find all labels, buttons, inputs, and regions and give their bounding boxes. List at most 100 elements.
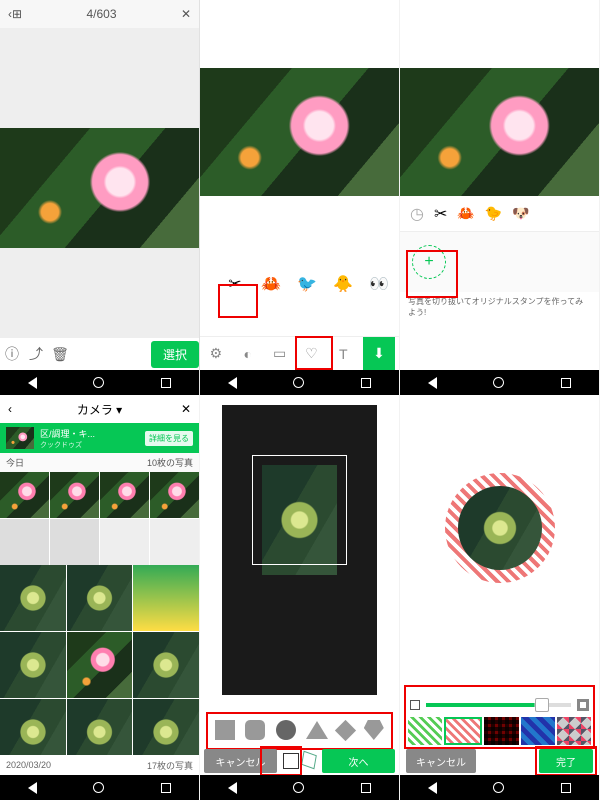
banner-detail-button[interactable]: 詳細を見る bbox=[145, 431, 193, 446]
sticker-a[interactable]: 🦀 bbox=[457, 205, 474, 222]
heart-icon[interactable]: ♡ bbox=[299, 342, 323, 366]
select-button[interactable]: 選択 bbox=[151, 341, 199, 368]
history-icon[interactable]: ◷ bbox=[410, 204, 424, 224]
nav-back-icon[interactable] bbox=[28, 782, 37, 794]
pattern-plaid[interactable] bbox=[484, 717, 518, 745]
nav-home-icon[interactable] bbox=[493, 377, 504, 388]
pattern-argyle[interactable] bbox=[557, 717, 591, 745]
thumb[interactable] bbox=[67, 632, 133, 698]
thumb[interactable] bbox=[50, 472, 99, 518]
result-preview[interactable] bbox=[445, 473, 555, 583]
nav-home-icon[interactable] bbox=[93, 377, 104, 388]
slider-knob[interactable] bbox=[535, 698, 549, 712]
pattern-red-stripe[interactable] bbox=[444, 717, 482, 745]
cancel-button[interactable]: キャンセル bbox=[204, 749, 277, 773]
shape-square[interactable] bbox=[215, 720, 235, 740]
nav-home-icon[interactable] bbox=[93, 782, 104, 793]
nav-home-icon[interactable] bbox=[293, 377, 304, 388]
thumb[interactable] bbox=[100, 472, 149, 518]
sticker-2[interactable]: 🐦 bbox=[294, 271, 320, 297]
crop-canvas[interactable] bbox=[222, 405, 377, 695]
adjust-icon[interactable]: ⚙ bbox=[204, 342, 228, 366]
thumb-grid-today bbox=[0, 472, 199, 565]
banner-title: 区/調理・キ... bbox=[40, 427, 95, 440]
stamp-row: ✂ 🦀 🐦 🐥 👀 bbox=[200, 196, 399, 284]
thumb[interactable] bbox=[0, 632, 66, 698]
share-icon[interactable]: ⤴ bbox=[24, 344, 48, 364]
edit-toolbar: ⚙ ◐ ▭ ♡ T ⬇ bbox=[200, 336, 399, 370]
nav-recent-icon[interactable] bbox=[561, 378, 571, 388]
thumb[interactable] bbox=[150, 472, 199, 518]
nav-recent-icon[interactable] bbox=[161, 378, 171, 388]
nav-recent-icon[interactable] bbox=[361, 378, 371, 388]
scissors-icon[interactable]: ✂ bbox=[434, 204, 447, 224]
close-icon[interactable] bbox=[181, 7, 191, 21]
sticker-1[interactable]: 🦀 bbox=[258, 271, 284, 297]
crop-button-row: キャンセル 次へ bbox=[200, 747, 399, 775]
slider-track[interactable] bbox=[426, 703, 571, 707]
thumb-grid-date bbox=[0, 565, 199, 765]
crop-frame[interactable] bbox=[252, 455, 347, 565]
stamp-panel: ◷ ✂ 🦀 🐤 🐶 + 写真を切り抜いてオリジナルスタンプを作ってみよう! bbox=[400, 0, 600, 395]
thumb[interactable] bbox=[50, 519, 99, 565]
thumb[interactable] bbox=[67, 565, 133, 631]
nav-back-icon[interactable] bbox=[428, 377, 437, 389]
editor-panel-a: ✂ 🦀 🐦 🐥 👀 ⚙ ◐ ▭ ♡ T ⬇ bbox=[200, 0, 400, 395]
frame-square-icon[interactable] bbox=[283, 753, 299, 769]
nav-recent-icon[interactable] bbox=[561, 783, 571, 793]
shape-gem[interactable] bbox=[364, 720, 384, 740]
thumb[interactable] bbox=[100, 519, 149, 565]
back-icon[interactable]: ‹ bbox=[8, 402, 12, 416]
border-toggle-icon[interactable] bbox=[410, 700, 420, 710]
border-slider[interactable] bbox=[410, 696, 589, 714]
scissors-icon[interactable]: ✂ bbox=[222, 271, 248, 297]
nav-home-icon[interactable] bbox=[293, 782, 304, 793]
pattern-green-stripe[interactable] bbox=[408, 717, 442, 745]
edit-image[interactable] bbox=[200, 68, 399, 196]
thumb[interactable] bbox=[133, 565, 199, 631]
thumb[interactable] bbox=[150, 519, 199, 565]
thumb[interactable] bbox=[0, 565, 66, 631]
download-icon[interactable]: ⬇ bbox=[363, 337, 395, 371]
filter-icon[interactable]: ◐ bbox=[236, 342, 260, 366]
back-icon[interactable]: ‹⊞ bbox=[8, 7, 22, 21]
next-button[interactable]: 次へ bbox=[322, 749, 395, 773]
shape-triangle[interactable] bbox=[306, 721, 328, 739]
nav-back-icon[interactable] bbox=[28, 377, 37, 389]
crop-icon[interactable]: ▭ bbox=[268, 342, 292, 366]
stamp-image[interactable] bbox=[400, 68, 599, 196]
shape-diamond[interactable] bbox=[335, 719, 356, 740]
gallery-title[interactable]: カメラ ▾ bbox=[77, 401, 122, 418]
sticker-3[interactable]: 🐥 bbox=[330, 271, 356, 297]
frame-free-icon[interactable] bbox=[301, 751, 317, 770]
add-stamp-button[interactable]: + bbox=[412, 245, 446, 279]
nav-recent-icon[interactable] bbox=[361, 783, 371, 793]
sticker-b[interactable]: 🐤 bbox=[485, 205, 502, 222]
thumb[interactable] bbox=[0, 472, 49, 518]
banner-sub: クックドゥズ bbox=[40, 440, 95, 450]
text-icon[interactable]: T bbox=[331, 342, 355, 366]
android-nav bbox=[0, 370, 199, 395]
done-button[interactable]: 完了 bbox=[539, 749, 593, 773]
nav-recent-icon[interactable] bbox=[161, 783, 171, 793]
thumb[interactable] bbox=[133, 632, 199, 698]
sticker-4[interactable]: 👀 bbox=[366, 271, 392, 297]
nav-back-icon[interactable] bbox=[228, 782, 237, 794]
info-icon[interactable]: ⓘ bbox=[0, 344, 24, 364]
sticker-c[interactable]: 🐶 bbox=[512, 205, 529, 222]
nav-back-icon[interactable] bbox=[428, 782, 437, 794]
shape-rounded[interactable] bbox=[245, 720, 265, 740]
pattern-blue[interactable] bbox=[521, 717, 555, 745]
photo-preview[interactable] bbox=[0, 128, 200, 248]
close-icon[interactable] bbox=[181, 402, 191, 416]
trash-icon[interactable]: 🗑 bbox=[48, 346, 72, 363]
nav-home-icon[interactable] bbox=[493, 782, 504, 793]
promo-banner[interactable]: 区/調理・キ... クックドゥズ 詳細を見る bbox=[0, 423, 199, 453]
nav-back-icon[interactable] bbox=[228, 377, 237, 389]
footer-date: 2020/03/20 bbox=[6, 760, 51, 770]
shape-circle[interactable] bbox=[276, 720, 296, 740]
crop-panel: キャンセル 次へ bbox=[200, 395, 400, 800]
cancel-button[interactable]: キャンセル bbox=[406, 749, 476, 773]
thumb[interactable] bbox=[0, 519, 49, 565]
pattern-picker bbox=[408, 717, 591, 745]
